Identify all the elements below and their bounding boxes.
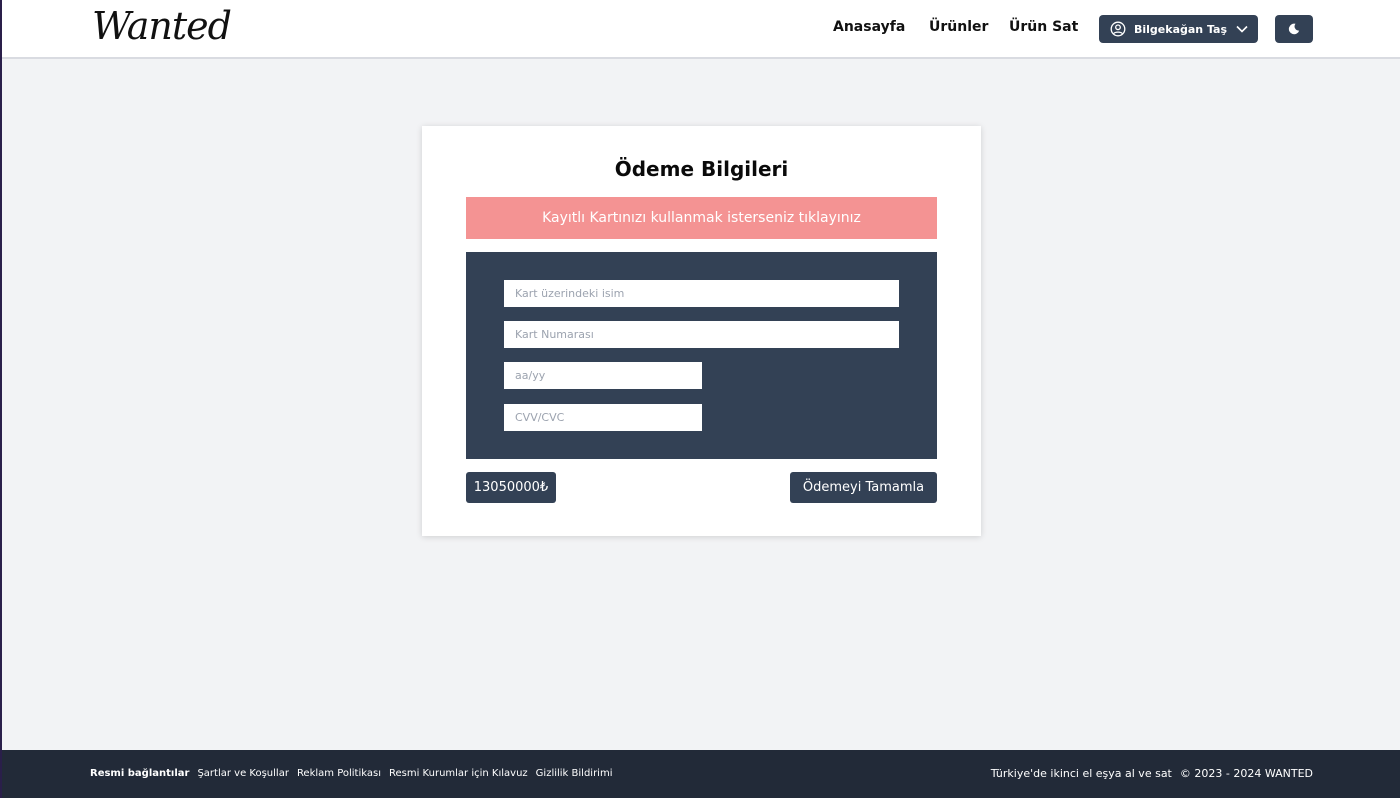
user-menu-button[interactable]: Bilgekağan Taş — [1099, 15, 1258, 43]
moon-icon — [1288, 23, 1300, 35]
expiry-input[interactable] — [504, 362, 702, 389]
payment-card: Ödeme Bilgileri Kayıtlı Kartınızı kullan… — [422, 126, 981, 536]
user-circle-icon — [1110, 21, 1126, 37]
footer: Resmi bağlantılar Şartlar ve Koşullar Re… — [2, 750, 1400, 798]
saved-card-banner[interactable]: Kayıtlı Kartınızı kullanmak isterseniz t… — [466, 197, 937, 239]
theme-toggle-button[interactable] — [1275, 15, 1313, 43]
cvv-input[interactable] — [504, 404, 702, 431]
wanted-logo[interactable]: Wanted — [92, 4, 232, 48]
footer-link-privacy[interactable]: Gizlilik Bildirimi — [536, 768, 613, 779]
nav-sell-link[interactable]: Ürün Sat — [1009, 19, 1078, 35]
card-number-input[interactable] — [504, 321, 899, 348]
top-navbar: Wanted Anasayfa Ürünler Ürün Sat Bilgeka… — [2, 0, 1400, 59]
total-price-badge: 13050000₺ — [466, 472, 556, 503]
page-title: Ödeme Bilgileri — [614, 157, 789, 181]
footer-info: Türkiye'de ikinci el eşya al ve sat © 20… — [991, 767, 1313, 780]
footer-link-ad-policy[interactable]: Reklam Politikası — [297, 768, 381, 779]
chevron-down-icon — [1236, 25, 1248, 33]
complete-payment-button[interactable]: Ödemeyi Tamamla — [790, 472, 937, 503]
nav-products-link[interactable]: Ürünler — [929, 19, 988, 35]
card-form-panel — [466, 252, 937, 459]
footer-links: Resmi bağlantılar Şartlar ve Koşullar Re… — [90, 768, 612, 779]
footer-link-terms[interactable]: Şartlar ve Koşullar — [197, 768, 288, 779]
footer-tagline: Türkiye'de ikinci el eşya al ve sat — [990, 767, 1172, 780]
user-name: Bilgekağan Taş — [1134, 22, 1228, 36]
footer-copyright: © 2023 - 2024 WANTED — [1179, 767, 1313, 780]
card-name-input[interactable] — [504, 280, 899, 307]
nav-home-link[interactable]: Anasayfa — [833, 19, 905, 35]
footer-link-authority-guide[interactable]: Resmi Kurumlar için Kılavuz — [389, 768, 528, 779]
footer-links-heading: Resmi bağlantılar — [90, 768, 190, 779]
